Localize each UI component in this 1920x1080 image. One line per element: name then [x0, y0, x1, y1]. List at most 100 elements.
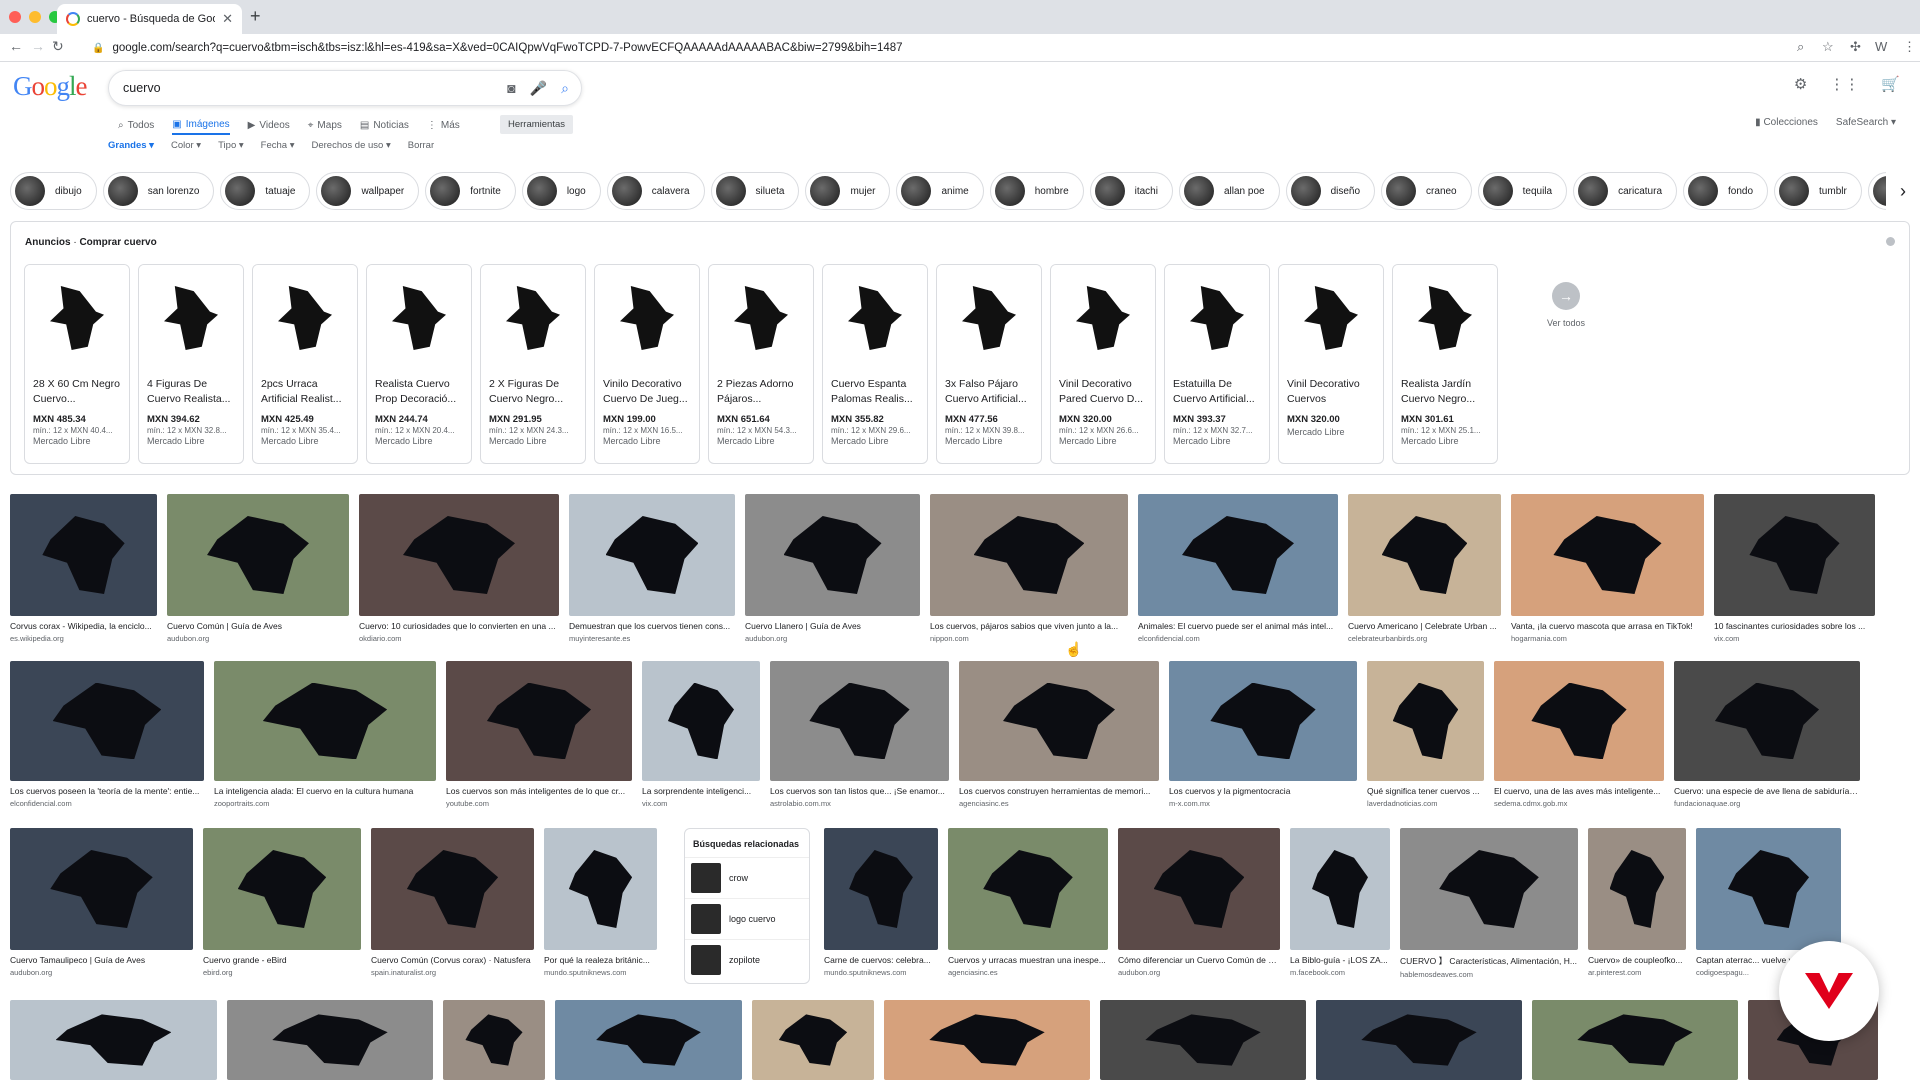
account-icon[interactable]: 🛒 [1881, 75, 1900, 93]
image-result[interactable]: Animales: El cuervo puede ser el animal … [1138, 494, 1338, 643]
suggestion-chip[interactable]: dibujo [10, 172, 97, 210]
image-result[interactable]: La sorprendente inteligenci... vix.com [642, 661, 760, 808]
search-input[interactable]: cuervo [123, 81, 493, 95]
image-result[interactable]: Qué significa tener cuervos ... laverdadn… [1367, 661, 1484, 808]
ad-product-card[interactable]: 2 Piezas Adorno Pájaros... MXN 651.64 mín.… [708, 264, 814, 464]
back-icon[interactable]: ← [9, 38, 23, 54]
image-result[interactable] [1316, 1000, 1522, 1080]
forward-icon[interactable]: → [31, 38, 45, 54]
image-result[interactable] [1100, 1000, 1306, 1080]
zoom-icon[interactable]: ⌕ [1797, 39, 1804, 55]
search-box[interactable]: cuervo ◙ 🎤 ⌕ [108, 70, 582, 106]
ad-product-card[interactable]: Realista Cuervo Prop Decoració... MXN 244… [366, 264, 472, 464]
suggestion-chip[interactable]: anime [896, 172, 984, 210]
suggestion-chip[interactable]: silueta [710, 172, 800, 210]
suggestion-chip[interactable]: itachi [1089, 172, 1173, 210]
related-item[interactable]: zopilote [685, 939, 809, 980]
suggestion-chip[interactable]: fondo [1683, 172, 1769, 210]
image-result[interactable] [884, 1000, 1090, 1080]
ad-product-card[interactable]: 3x Falso Pájaro Cuervo Artificial... MXN … [936, 264, 1042, 464]
new-tab-button[interactable]: + [250, 6, 261, 27]
filter-type[interactable]: Tipo ▾ [218, 140, 244, 151]
window-controls[interactable] [9, 11, 61, 23]
tab-noticias[interactable]: ▤ Noticias [360, 115, 409, 135]
image-result[interactable]: Cuervo grande - eBird ebird.org [203, 828, 361, 977]
bookmark-star-icon[interactable]: ☆ [1822, 39, 1834, 55]
image-result[interactable]: Cuervo» de coupleofko... ar.pinterest.com [1588, 828, 1686, 979]
image-result[interactable]: Cuervo Americano | Celebrate Urban ... ce… [1348, 494, 1501, 643]
image-result[interactable]: Vanta, ¡la cuervo mascota que arrasa en … [1511, 494, 1704, 643]
ad-product-card[interactable]: Cuervo Espanta Palomas Realis... MXN 355.… [822, 264, 928, 464]
related-item[interactable]: logo cuervo [685, 898, 809, 939]
ad-product-card[interactable]: Vinil Decorativo Pared Cuervo D... MXN 32… [1050, 264, 1156, 464]
search-icon[interactable]: ⌕ [561, 80, 569, 97]
image-result[interactable]: CUERVO 】 Características, Alimentación, … [1400, 828, 1578, 979]
image-result[interactable]: Demuestran que los cuervos tienen cons..… [569, 494, 735, 643]
image-result[interactable] [10, 1000, 217, 1080]
ad-product-card[interactable]: 28 X 60 Cm Negro Cuervo... MXN 485.34 mín.… [24, 264, 130, 464]
close-window-button[interactable] [9, 11, 21, 23]
image-result[interactable]: La Biblo-guía - ¡LOS ZA... m.facebook.com [1290, 828, 1390, 979]
image-result[interactable]: Los cuervos poseen la 'teoría de la ment… [10, 661, 204, 808]
image-result[interactable] [1532, 1000, 1738, 1080]
browser-menu-icon[interactable]: ⋮ [1903, 39, 1916, 55]
ad-product-card[interactable]: Vinilo Decorativo Cuervo De Jueg... MXN 1… [594, 264, 700, 464]
browser-tab[interactable]: cuervo - Búsqueda de Google ✕ [57, 4, 242, 34]
filter-clear[interactable]: Borrar [408, 140, 434, 151]
ad-product-card[interactable]: 2 X Figuras De Cuervo Negro... MXN 291.95… [480, 264, 586, 464]
suggestion-chip[interactable]: wallpaper [316, 172, 420, 210]
close-tab-icon[interactable]: ✕ [222, 11, 233, 27]
image-result[interactable] [227, 1000, 433, 1080]
address-bar[interactable]: 🔒 google.com/search?q=cuervo&tbm=isch&tb… [92, 37, 1892, 59]
apps-grid-icon[interactable]: ⋮⋮ [1829, 75, 1859, 93]
image-result[interactable]: Los cuervos y la pigmentocracia m-x.com.m… [1169, 661, 1357, 808]
image-result[interactable] [555, 1000, 742, 1080]
image-result[interactable]: Cuervo: 10 curiosidades que lo convierte… [359, 494, 559, 643]
suggestion-chip[interactable]: calavera [606, 172, 705, 210]
suggestion-chip[interactable]: diseño [1285, 172, 1376, 210]
tab-imagenes[interactable]: ▣ Imágenes [172, 115, 230, 135]
suggestion-chip[interactable]: tequila [1477, 172, 1568, 210]
filter-rights[interactable]: Derechos de uso ▾ [311, 140, 390, 151]
suggestion-chip[interactable]: caricatura [1573, 172, 1677, 210]
image-result[interactable]: Los cuervos son tan listos que... ¡Se en… [770, 661, 949, 808]
suggestion-chip[interactable]: tatuaje [220, 172, 311, 210]
image-result[interactable]: Los cuervos construyen herramientas de m… [959, 661, 1159, 808]
ad-product-card[interactable]: Vinil Decorativo Cuervos MXN 320.00 Mercad… [1278, 264, 1384, 464]
tab-todos[interactable]: ⌕ Todos [118, 115, 154, 135]
image-result[interactable]: Cuervo Tamaulipeco | Guía de Aves audubon… [10, 828, 193, 977]
tab-mas[interactable]: ⋮ Más [427, 115, 460, 135]
image-result[interactable]: Cuervo Común (Corvus corax) · Natusfera s… [371, 828, 534, 977]
collections-link[interactable]: ▮ Colecciones [1755, 117, 1818, 128]
suggestion-chip[interactable]: fortnite [425, 172, 516, 210]
suggestion-chip[interactable]: craneo [1381, 172, 1472, 210]
safesearch-link[interactable]: SafeSearch ▾ [1836, 117, 1896, 128]
reload-icon[interactable]: ↻ [52, 38, 64, 55]
image-result[interactable]: Por qué la realeza británic... mundo.sput… [544, 828, 657, 977]
image-result[interactable]: Cuervos y urracas muestran una inespe...… [948, 828, 1108, 979]
settings-gear-icon[interactable]: ⚙ [1794, 75, 1807, 93]
image-result[interactable]: Carne de cuervos: celebra... mundo.sputni… [824, 828, 938, 979]
filter-size[interactable]: Grandes ▾ [108, 140, 154, 151]
image-result[interactable]: Cómo diferenciar un Cuervo Común de un..… [1118, 828, 1280, 979]
filter-date[interactable]: Fecha ▾ [261, 140, 295, 151]
camera-search-icon[interactable]: ◙ [507, 80, 515, 96]
image-result[interactable]: Los cuervos son más inteligentes de lo q… [446, 661, 632, 808]
chips-next-chevron-icon[interactable]: › [1886, 172, 1920, 210]
overlay-logo-button[interactable] [1779, 941, 1879, 1041]
tab-videos[interactable]: ▶ Videos [248, 115, 290, 135]
image-result[interactable]: Corvus corax - Wikipedia, la enciclo... e… [10, 494, 157, 643]
suggestion-chip[interactable]: tumblr [1774, 172, 1862, 210]
image-result[interactable] [443, 1000, 545, 1080]
image-result[interactable]: Cuervo Llanero | Guía de Aves audubon.org [745, 494, 920, 643]
image-result[interactable]: Cuervo Común | Guía de Aves audubon.org [167, 494, 349, 643]
tools-button[interactable]: Herramientas [500, 115, 574, 134]
suggestion-chip[interactable]: logo [521, 172, 601, 210]
minimize-window-button[interactable] [29, 11, 41, 23]
extensions-icon[interactable]: ✣ [1850, 39, 1861, 55]
google-logo[interactable]: Google [13, 71, 87, 102]
ad-product-card[interactable]: 2pcs Urraca Artificial Realist... MXN 425… [252, 264, 358, 464]
image-result[interactable]: Cuervo: una especie de ave llena de sabi… [1674, 661, 1860, 808]
suggestion-chip[interactable]: hombre [989, 172, 1084, 210]
microphone-icon[interactable]: 🎤 [530, 80, 547, 97]
